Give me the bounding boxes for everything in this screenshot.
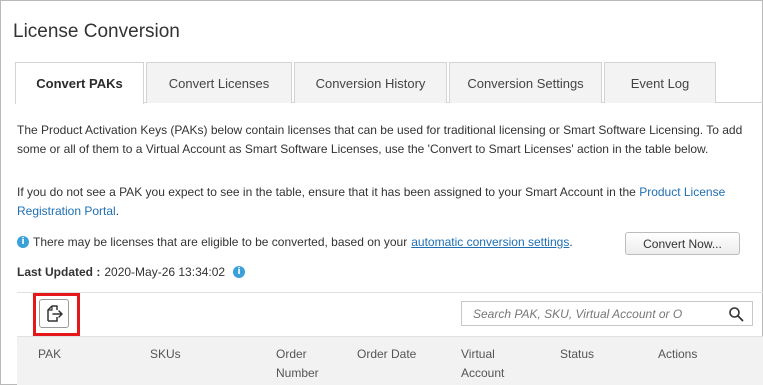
conversion-notice: i There may be licenses that are eligibl…	[17, 235, 573, 249]
search-box	[461, 301, 753, 326]
automatic-conversion-settings-link[interactable]: automatic conversion settings	[411, 235, 569, 249]
convert-now-button[interactable]: Convert Now...	[625, 232, 740, 255]
column-header-order-number[interactable]: Order Number	[276, 345, 336, 383]
info-icon[interactable]: i	[233, 266, 246, 278]
tab-conversion-history[interactable]: Conversion History	[294, 62, 447, 103]
license-conversion-panel: License Conversion Convert PAKs Convert …	[0, 0, 763, 385]
intro-paragraph: The Product Activation Keys (PAKs) below…	[17, 123, 743, 156]
column-header-actions: Actions	[658, 347, 698, 361]
search-icon[interactable]	[728, 306, 744, 322]
column-header-skus[interactable]: SKUs	[150, 345, 181, 364]
notice-suffix: .	[569, 235, 573, 249]
pak-help-paragraph: If you do not see a PAK you expect to se…	[17, 183, 747, 221]
page-title: License Conversion	[13, 21, 180, 42]
tab-convert-paks[interactable]: Convert PAKs	[15, 62, 144, 104]
export-button-highlight	[33, 293, 80, 336]
column-header-virtual-account[interactable]: Virtual Account	[461, 345, 521, 383]
notice-text: There may be licenses that are eligible …	[33, 235, 408, 249]
pak-help-text: If you do not see a PAK you expect to se…	[17, 185, 636, 199]
tab-convert-licenses[interactable]: Convert Licenses	[146, 62, 292, 103]
info-icon: i	[17, 236, 29, 248]
tab-conversion-settings[interactable]: Conversion Settings	[449, 62, 602, 103]
pak-help-suffix: .	[115, 204, 120, 218]
search-input[interactable]	[463, 303, 718, 324]
last-updated: Last Updated : 2020-May-26 13:34:02 i	[17, 265, 246, 279]
column-header-order-date[interactable]: Order Date	[357, 345, 416, 364]
column-header-status[interactable]: Status	[560, 345, 594, 364]
column-header-pak[interactable]: PAK	[38, 345, 61, 364]
last-updated-value: 2020-May-26 13:34:02	[104, 265, 226, 279]
last-updated-label: Last Updated :	[17, 265, 101, 279]
tab-event-log[interactable]: Event Log	[604, 62, 716, 103]
table-header: PAK SKUs Order Number Order Date Virtual…	[17, 336, 763, 385]
